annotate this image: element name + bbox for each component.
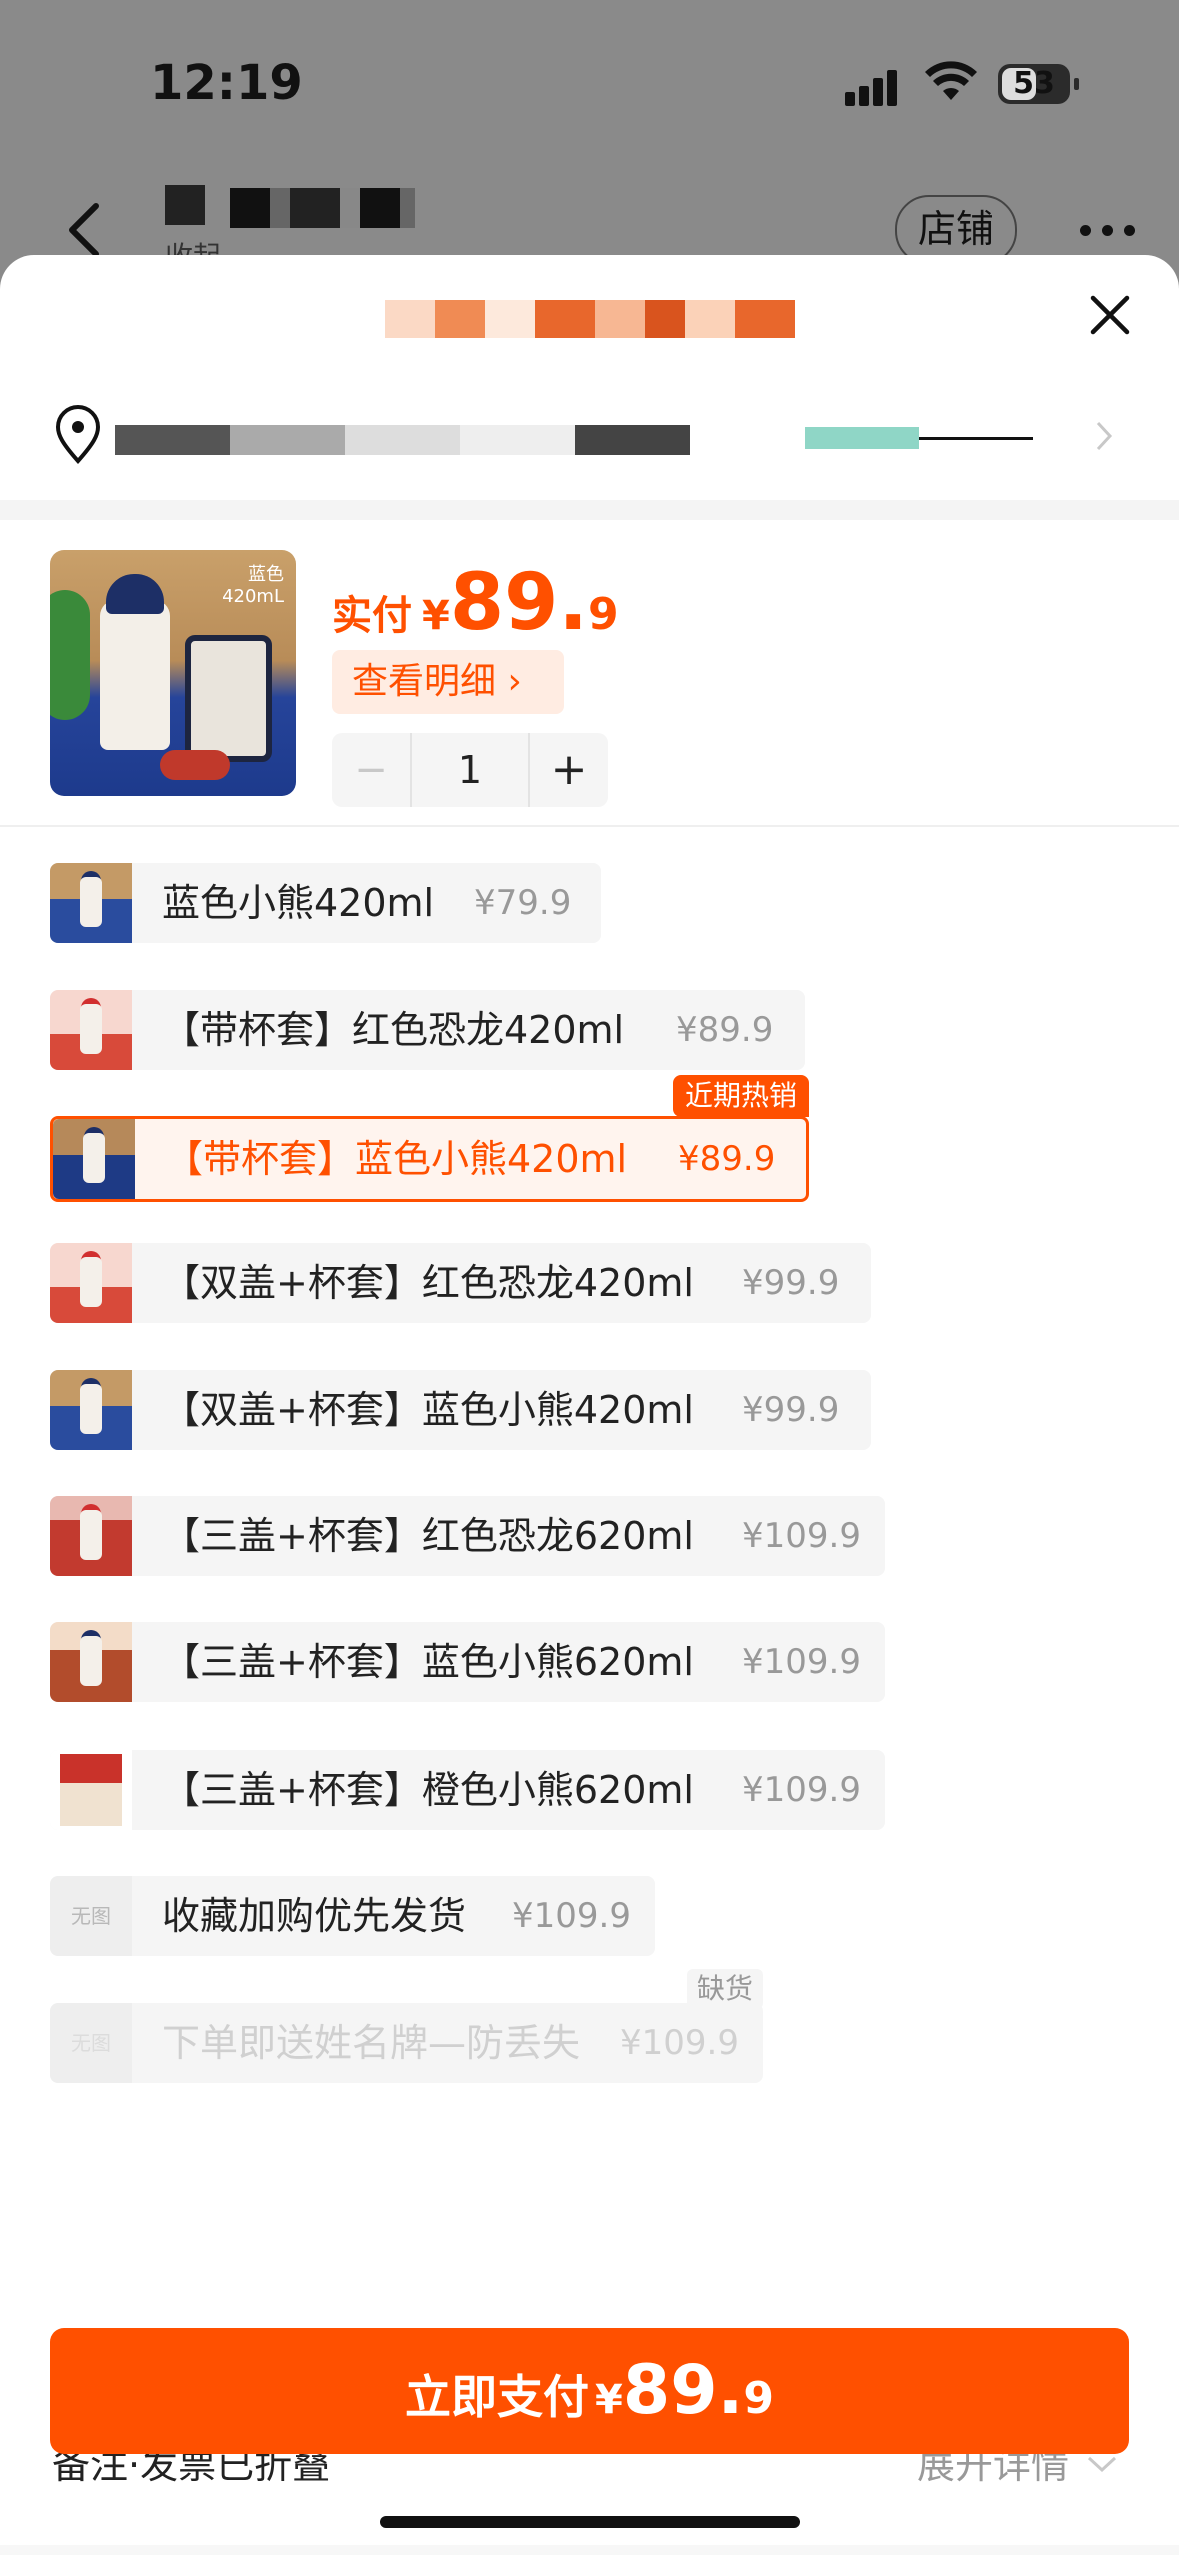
chevron-right-icon [1096, 421, 1113, 451]
sku-name: 【双盖+杯套】蓝色小熊420ml [162, 1388, 694, 1432]
sku-option[interactable]: 【三盖+杯套】蓝色小熊620ml ¥109.9 [50, 1622, 885, 1702]
sku-thumbnail [50, 1496, 132, 1576]
sku-price: ¥89.9 [676, 1010, 774, 1050]
no-image-placeholder: 无图 [50, 2003, 132, 2083]
sku-name: 【三盖+杯套】蓝色小熊620ml [162, 1640, 694, 1684]
sku-price: ¥89.9 [678, 1139, 776, 1179]
sku-price: ¥109.9 [742, 1516, 861, 1556]
sku-price: ¥99.9 [742, 1263, 840, 1303]
sku-name: 收藏加购优先发货 [162, 1894, 467, 1938]
sku-name: 【带杯套】红色恐龙420ml [162, 1008, 625, 1052]
sku-price: ¥109.9 [512, 1896, 631, 1936]
sku-option[interactable]: 【三盖+杯套】橙色小熊620ml ¥109.9 [50, 1750, 885, 1830]
sku-option[interactable]: 【双盖+杯套】红色恐龙420ml ¥99.9 [50, 1243, 871, 1323]
sku-price: ¥79.9 [474, 883, 572, 923]
sku-price: ¥99.9 [742, 1390, 840, 1430]
close-icon[interactable] [1085, 290, 1135, 340]
shop-name-redacted [230, 188, 415, 228]
sku-name: 【三盖+杯套】橙色小熊620ml [162, 1768, 694, 1812]
view-details-button[interactable]: 查看明细 › [332, 650, 564, 714]
sku-price: ¥109.9 [620, 2023, 739, 2063]
status-bar: 12:19 53 [0, 0, 1179, 170]
sku-option[interactable]: 【双盖+杯套】蓝色小熊420ml ¥99.9 [50, 1370, 871, 1450]
purchase-sheet: 蓝色 420mL 实付 ¥89.9 查看明细 › − 1 + 蓝色小熊420ml … [0, 255, 1179, 2556]
home-indicator [380, 2516, 800, 2528]
sku-price: ¥109.9 [742, 1642, 861, 1682]
address-extra-redacted [805, 427, 1033, 449]
sku-thumbnail [50, 1370, 132, 1450]
wifi-icon [925, 61, 977, 100]
product-image[interactable]: 蓝色 420mL [50, 550, 296, 796]
increase-button[interactable]: + [530, 733, 608, 807]
chevron-down-icon [1087, 2456, 1117, 2473]
sheet-title-redacted [385, 300, 795, 338]
sku-option[interactable]: 无图 收藏加购优先发货 ¥109.9 [50, 1876, 655, 1956]
address-row[interactable] [0, 385, 1179, 485]
image-tag: 蓝色 420mL [222, 564, 284, 607]
sku-thumbnail [53, 1119, 135, 1199]
shop-logo [165, 185, 205, 225]
actual-price: 实付 ¥89.9 [332, 558, 619, 648]
hot-sale-badge: 近期热销 [672, 1075, 809, 1117]
pay-label: 立即支付 [405, 2370, 590, 2424]
sku-option-out-of-stock: 缺货 无图 下单即送姓名牌—防丢失 ¥109.9 [50, 1969, 763, 2083]
sku-name: 【带杯套】蓝色小熊420ml [165, 1137, 628, 1181]
sku-price: ¥109.9 [742, 1770, 861, 1810]
sku-thumbnail [50, 1750, 132, 1830]
pay-amount-integer: 89. [622, 2351, 744, 2430]
pay-currency: ¥ [595, 2377, 623, 2423]
address-redacted [115, 425, 690, 455]
sku-thumbnail [50, 990, 132, 1070]
price-integer: 89. [449, 558, 589, 648]
sku-thumbnail [50, 1243, 132, 1323]
sku-name: 【双盖+杯套】红色恐龙420ml [162, 1261, 694, 1305]
more-icon[interactable] [1080, 225, 1140, 237]
product-summary: 蓝色 420mL 实付 ¥89.9 查看明细 › − 1 + [0, 520, 1179, 830]
battery-icon: 53 [998, 64, 1070, 104]
sku-option[interactable]: 【三盖+杯套】红色恐龙620ml ¥109.9 [50, 1496, 885, 1576]
pay-amount-decimal: 9 [743, 2373, 774, 2424]
location-pin-icon [55, 405, 101, 465]
cellular-signal-icon [845, 66, 905, 106]
sku-option[interactable]: 蓝色小熊420ml ¥79.9 [50, 863, 601, 943]
sku-name: 蓝色小熊420ml [162, 881, 435, 925]
sku-name: 下单即送姓名牌—防丢失 [162, 2021, 581, 2065]
sku-thumbnail [50, 1622, 132, 1702]
back-arrow-icon[interactable] [60, 200, 110, 260]
price-currency: ¥ [422, 593, 450, 639]
price-label: 实付 [332, 593, 412, 639]
sku-thumbnail [50, 863, 132, 943]
status-time: 12:19 [150, 55, 303, 111]
battery-level: 53 [1013, 66, 1055, 101]
decrease-button[interactable]: − [332, 733, 410, 807]
sku-name: 【三盖+杯套】红色恐龙620ml [162, 1514, 694, 1558]
quantity-stepper: − 1 + [332, 733, 608, 807]
sku-option-selected[interactable]: 近期热销 【带杯套】蓝色小熊420ml ¥89.9 [50, 1075, 809, 1202]
no-image-placeholder: 无图 [50, 1876, 132, 1956]
pay-now-button[interactable]: 立即支付 ¥89.9 [50, 2328, 1129, 2454]
sku-option[interactable]: 【带杯套】红色恐龙420ml ¥89.9 [50, 990, 805, 1070]
price-decimal: 9 [588, 589, 619, 640]
quantity-value[interactable]: 1 [410, 733, 530, 807]
